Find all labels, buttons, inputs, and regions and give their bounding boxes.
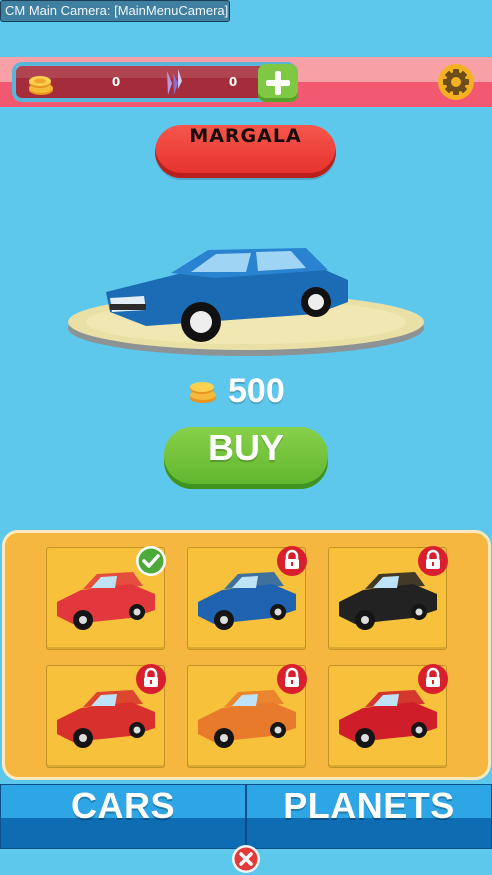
check-icon <box>136 546 166 576</box>
coin-count: 0 <box>111 75 121 89</box>
plus-icon <box>266 71 290 95</box>
crystal-icon <box>167 69 182 95</box>
car-card[interactable] <box>328 546 448 650</box>
panel-shine <box>16 66 293 78</box>
tab-cars-label: CARS <box>70 785 175 826</box>
tab-bar: CARS PLANETS <box>0 784 492 849</box>
lock-icon <box>418 546 448 576</box>
tab-planets-label: PLANETS <box>283 785 455 826</box>
car-name: MARGALA <box>189 125 302 147</box>
gear-icon[interactable] <box>437 63 475 101</box>
car-card[interactable] <box>187 546 307 650</box>
gem-count: 0 <box>228 75 238 89</box>
coins-icon <box>29 76 53 95</box>
buy-button[interactable]: BUY <box>164 427 328 489</box>
lock-icon <box>277 664 307 694</box>
camera-debug-label: CM Main Camera: [MainMenuCamera] <box>0 0 230 22</box>
car-name-plate: MARGALA <box>155 125 336 178</box>
car-card[interactable] <box>187 664 307 768</box>
tab-planets[interactable]: PLANETS <box>246 784 492 849</box>
car-card[interactable] <box>328 664 448 768</box>
car-card[interactable] <box>46 546 166 650</box>
lock-icon <box>136 664 166 694</box>
lock-icon <box>277 546 307 576</box>
price-coins-icon <box>190 382 216 403</box>
car-showcase[interactable] <box>66 240 426 365</box>
car-card[interactable] <box>46 664 166 768</box>
add-currency-button[interactable] <box>258 64 298 102</box>
tab-cars[interactable]: CARS <box>0 784 246 849</box>
buy-label: BUY <box>207 427 284 468</box>
currency-panel: 0 0 <box>12 62 297 102</box>
car-price: 500 <box>228 372 285 410</box>
close-icon[interactable] <box>231 844 261 874</box>
lock-icon <box>418 664 448 694</box>
